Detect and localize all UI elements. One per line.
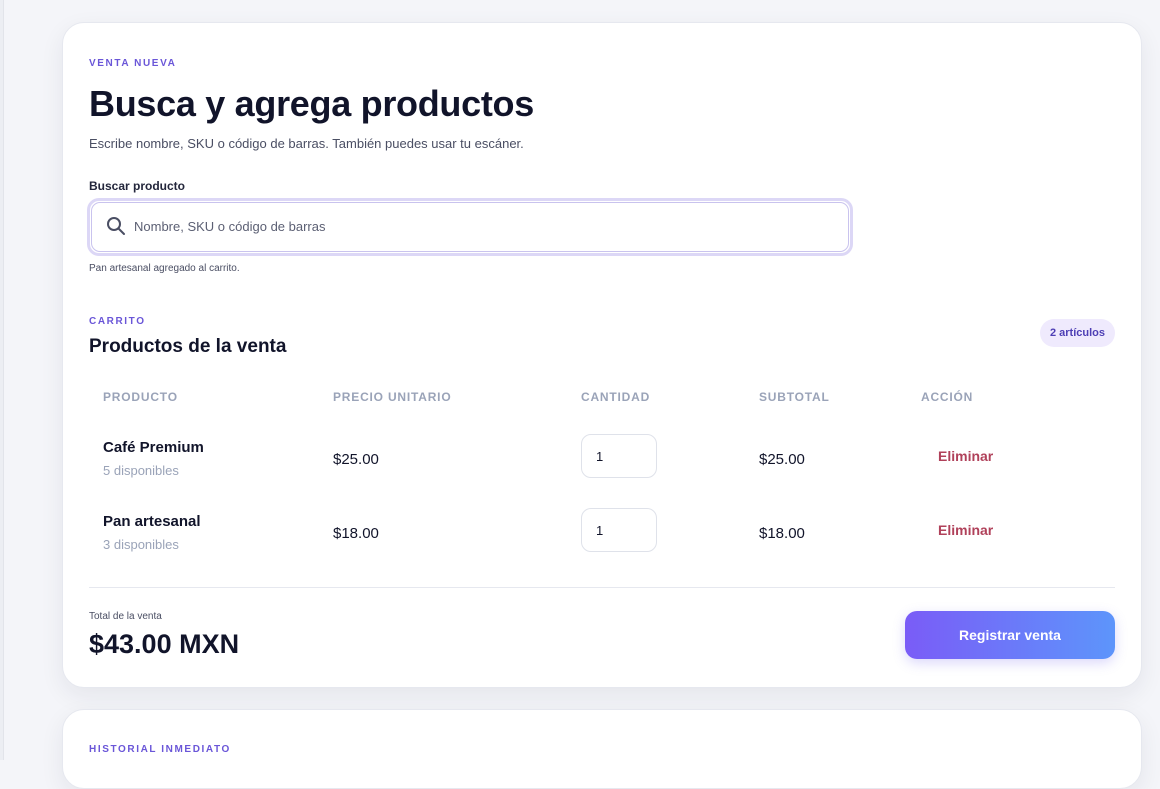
new-sale-card: VENTA NUEVA Busca y agrega productos Esc… [62,22,1142,688]
column-header-unit-price: PRECIO UNITARIO [333,390,452,404]
table-row: Café Premium 5 disponibles $25.00 $25.00… [63,429,1141,499]
column-header-action: ACCIÓN [921,390,974,404]
unit-price: $18.00 [333,525,379,542]
register-sale-button[interactable]: Registrar venta [905,611,1115,659]
unit-price: $25.00 [333,451,379,468]
product-stock: 3 disponibles [103,537,179,552]
search-field[interactable] [87,198,853,256]
column-header-subtotal: SUBTOTAL [759,390,830,404]
cart-divider [89,587,1115,588]
history-card: HISTORIAL INMEDIATO [62,709,1142,789]
quantity-input[interactable] [581,508,657,552]
window-edge [0,0,4,760]
search-status-message: Pan artesanal agregado al carrito. [89,263,240,274]
page-subtitle: Escribe nombre, SKU o código de barras. … [89,136,524,151]
product-name: Pan artesanal [103,513,201,530]
history-eyebrow: HISTORIAL INMEDIATO [89,744,231,755]
search-label: Buscar producto [89,179,186,193]
table-row: Pan artesanal 3 disponibles $18.00 $18.0… [63,503,1141,573]
product-name: Café Premium [103,439,204,456]
subtotal: $25.00 [759,451,805,468]
remove-item-button[interactable]: Eliminar [923,517,993,543]
subtotal: $18.00 [759,525,805,542]
product-stock: 5 disponibles [103,463,179,478]
quantity-input[interactable] [581,434,657,478]
cart-title: Productos de la venta [89,336,287,357]
remove-item-button[interactable]: Eliminar [923,443,993,469]
search-input[interactable] [134,213,824,239]
total-label: Total de la venta [89,611,162,622]
cart-count-badge: 2 artículos [1039,319,1115,347]
cart-eyebrow: CARRITO [89,316,146,327]
column-header-quantity: CANTIDAD [581,390,651,404]
column-header-product: PRODUCTO [103,390,178,404]
search-icon [106,216,126,236]
new-sale-eyebrow: VENTA NUEVA [89,58,177,69]
total-value: $43.00 MXN [89,629,240,659]
page-title: Busca y agrega productos [89,83,534,124]
